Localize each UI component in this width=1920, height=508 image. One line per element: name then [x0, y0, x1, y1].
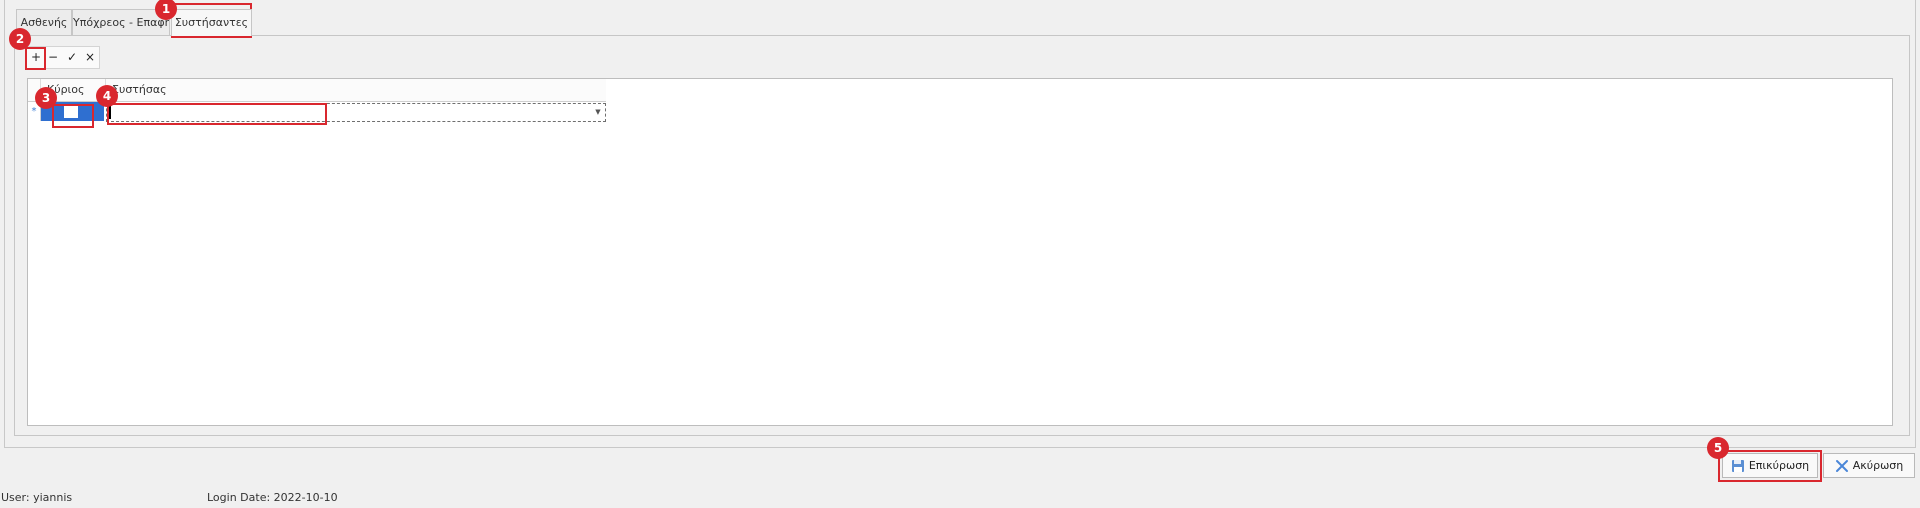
callout-badge-4: 4 — [96, 85, 118, 107]
column-header-referrer[interactable]: Συστήσας — [106, 79, 606, 101]
status-login-date: Login Date: 2022-10-10 — [207, 491, 338, 504]
confirm-row-button[interactable]: ✓ — [63, 47, 81, 68]
highlight-referrer-field — [107, 103, 327, 125]
callout-badge-5: 5 — [1707, 437, 1729, 459]
save-button[interactable]: Επικύρωση — [1722, 453, 1818, 478]
cancel-button-label: Ακύρωση — [1852, 459, 1904, 472]
highlight-add-button — [25, 47, 46, 70]
highlight-primary-checkbox — [52, 104, 94, 128]
tab-referrers[interactable]: Συστήσαντες — [171, 9, 252, 36]
remove-row-button[interactable]: − — [44, 47, 62, 68]
cancel-row-button[interactable]: × — [81, 47, 99, 68]
callout-badge-3: 3 — [35, 87, 57, 109]
floppy-disk-icon — [1731, 460, 1744, 472]
save-button-label: Επικύρωση — [1748, 459, 1810, 472]
status-user: User: yiannis — [1, 491, 73, 504]
cancel-button[interactable]: Ακύρωση — [1823, 453, 1915, 478]
chevron-down-icon[interactable]: ▼ — [591, 103, 605, 122]
x-icon — [1835, 460, 1848, 472]
referrers-grid[interactable]: Κύριος Συστήσας * ▼ — [27, 78, 1893, 426]
callout-badge-2: 2 — [9, 28, 31, 50]
